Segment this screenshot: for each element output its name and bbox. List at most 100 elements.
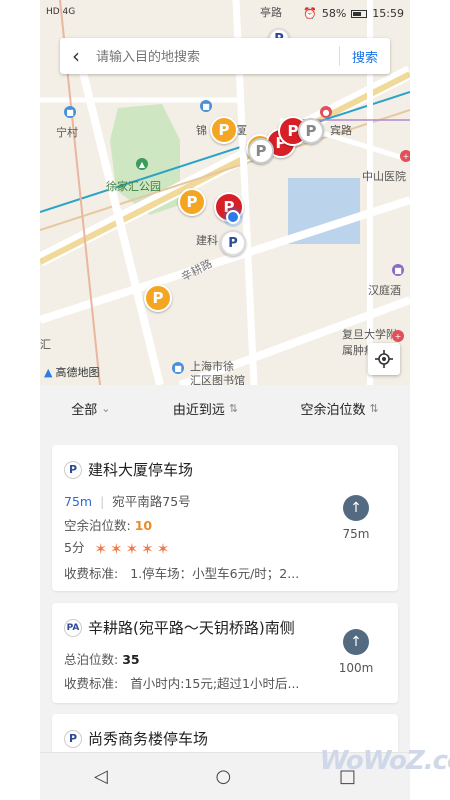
navigate-arrow-icon: ↑ [343, 629, 369, 655]
card-title-row: P 尚秀商务楼停车场 [64, 728, 208, 749]
amap-logo-text: 高德地图 [55, 366, 100, 379]
library-icon[interactable]: ■ [172, 362, 184, 374]
alarm-icon: ⏰ [303, 7, 317, 20]
card-title-row: P 建科大厦停车场 [64, 459, 193, 480]
map-label-hui: 汇 [40, 338, 51, 351]
card-title-row: PA 辛耕路(宛平路～天钥桥路)南侧 [64, 617, 295, 638]
free-spaces-row: 空余泊位数: 10 [64, 515, 152, 534]
building-icon[interactable]: ■ [200, 100, 212, 112]
park-icon[interactable]: ▲ [136, 158, 148, 170]
parking-card[interactable]: P 建科大厦停车场 75m | 宛平南路75号 空余泊位数: 10 5分 ✶ ✶… [52, 445, 398, 591]
navigate-distance: 100m [338, 661, 374, 675]
map-view[interactable]: ‹ 搜索 宁村 徐家汇公园 建科 辛耕路 中山医院 汉庭酒 复旦大学附 属肿瘤医… [40, 0, 410, 385]
current-location-dot [226, 210, 240, 224]
app-screen: ‹ 搜索 宁村 徐家汇公园 建科 辛耕路 中山医院 汉庭酒 复旦大学附 属肿瘤医… [40, 0, 410, 800]
star-icon: ✶ [110, 539, 123, 558]
parking-lot-icon: P [64, 729, 82, 748]
map-label-jin: 锦 [196, 124, 207, 137]
destination-search-input[interactable] [92, 38, 339, 74]
parking-pin[interactable]: P [248, 138, 274, 164]
left-frame [0, 0, 40, 800]
sort-free-spaces[interactable]: 空余泊位数 ⇅ [301, 399, 379, 418]
hospital-icon[interactable]: + [400, 150, 410, 162]
back-button[interactable]: ‹ [60, 44, 92, 68]
battery-icon [351, 9, 368, 18]
map-label-zhongshan-hospital: 中山医院 [362, 170, 406, 183]
fee-row: 收费标准: 1.停车场：小型车6元/时；2... [64, 563, 299, 582]
parking-pin[interactable]: P [298, 118, 324, 144]
home-nav-icon[interactable]: ○ [216, 766, 232, 787]
amap-logo-icon: ▲ [44, 365, 53, 379]
parking-name: 尚秀商务楼停车场 [88, 730, 209, 748]
chevron-down-icon: ⌄ [101, 401, 111, 415]
free-spaces-label: 空余泊位数: [64, 518, 131, 533]
fee-text: 首小时内:15元;超过1小时后... [130, 676, 300, 691]
fee-text: 1.停车场：小型车6元/时；2... [130, 566, 300, 581]
watermark: WoWoZ.com [319, 746, 450, 776]
parking-pin[interactable]: P [178, 188, 206, 216]
locate-me-button[interactable] [368, 343, 400, 375]
total-spaces-label: 总泊位数: [64, 652, 119, 667]
map-label-jianke: 建科 [196, 234, 218, 247]
network-indicator: HD 4G [46, 7, 76, 17]
star-icon: ✶ [125, 539, 139, 558]
star-icon: ✶ [141, 539, 154, 558]
free-spaces-value: 10 [134, 518, 153, 533]
crosshair-icon [375, 350, 393, 368]
phone-screen: ‹ 搜索 宁村 徐家汇公园 建科 辛耕路 中山医院 汉庭酒 复旦大学附 属肿瘤医… [0, 0, 450, 800]
bus-stop-icon[interactable]: ■ [64, 106, 76, 118]
street-parking-icon: PA [64, 618, 82, 637]
star-icon: ✶ [94, 539, 108, 558]
hotel-icon[interactable]: ■ [392, 264, 404, 276]
status-right: ⏰ 58% 15:59 [303, 7, 404, 20]
metro-icon[interactable]: ● [320, 106, 332, 118]
map-label-ningcun: 宁村 [56, 126, 78, 139]
distance: 75m [64, 494, 93, 509]
right-frame [410, 0, 450, 800]
filter-all-label: 全部 [71, 402, 98, 418]
fee-row: 收费标准: 首小时内:15元;超过1小时后... [64, 673, 299, 692]
street-parking-pin[interactable]: P [220, 230, 246, 256]
separator: | [100, 494, 105, 509]
map-label-bin-road: 宾路 [330, 124, 352, 137]
sort-icon: ⇅ [369, 401, 379, 415]
filter-bar: 全部 ⌄ 由近到远 ⇅ 空余泊位数 ⇅ [40, 385, 410, 431]
parking-name: 建科大厦停车场 [88, 461, 194, 479]
sort-icon: ⇅ [228, 401, 239, 415]
parking-card[interactable]: PA 辛耕路(宛平路～天钥桥路)南侧 总泊位数: 35 收费标准: 首小时内:1… [52, 603, 398, 703]
parking-lot-icon: P [64, 460, 82, 479]
sort-free-spaces-label: 空余泊位数 [300, 402, 366, 418]
navigate-arrow-icon: ↑ [343, 495, 369, 521]
search-button[interactable]: 搜索 [340, 47, 390, 66]
rating-score: 5分 [64, 540, 85, 555]
parking-name: 辛耕路(宛平路～天钥桥路)南侧 [88, 619, 295, 637]
navigate-distance: 75m [342, 527, 370, 541]
battery-percent: 58% [321, 7, 347, 20]
back-nav-icon[interactable]: ◁ [94, 766, 108, 787]
sort-distance[interactable]: 由近到远 ⇅ [173, 399, 238, 418]
parking-pin[interactable]: P [144, 284, 172, 312]
map-label-fudan-1: 复旦大学附 [342, 328, 397, 341]
map-label-library-2: 汇区图书馆 [190, 374, 245, 385]
distance-address: 75m | 宛平南路75号 [64, 491, 191, 510]
amap-logo: ▲ 高德地图 [44, 364, 99, 380]
map-label-handingzhu: 汉庭酒 [368, 284, 401, 297]
clock: 15:59 [372, 7, 404, 20]
star-icon: ✶ [156, 539, 170, 558]
rating-stars: ✶ ✶ ✶ ✶ ✶ [94, 540, 169, 558]
search-bar: ‹ 搜索 [60, 38, 390, 74]
fee-label: 收费标准: [64, 676, 119, 691]
status-bar: HD 4G ⏰ 58% 15:59 [40, 0, 410, 28]
hospital-icon[interactable]: + [392, 330, 404, 342]
fee-label: 收费标准: [64, 566, 119, 581]
total-spaces-value: 35 [122, 652, 140, 667]
address: 宛平南路75号 [112, 494, 191, 509]
rating-row: 5分 ✶ ✶ ✶ ✶ ✶ [64, 537, 169, 558]
navigate-button[interactable]: ↑ 100m [336, 629, 376, 675]
navigate-button[interactable]: ↑ 75m [336, 495, 376, 541]
filter-all[interactable]: 全部 ⌄ [71, 399, 110, 418]
total-spaces-row: 总泊位数: 35 [64, 649, 140, 668]
map-label-xujiahui-park: 徐家汇公园 [106, 180, 161, 193]
sort-distance-label: 由近到远 [172, 402, 225, 418]
parking-pin[interactable]: P [210, 116, 238, 144]
